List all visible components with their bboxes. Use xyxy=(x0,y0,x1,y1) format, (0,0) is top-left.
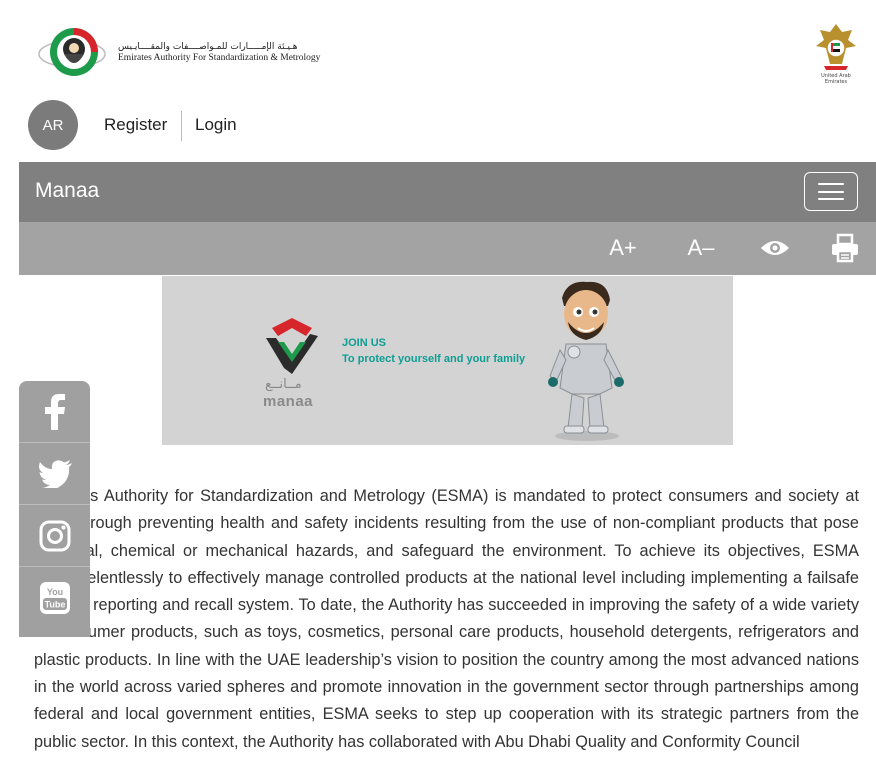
about-paragraph: Emirates Authority for Standardization a… xyxy=(34,487,859,751)
social-sidebar: You Tube xyxy=(19,381,90,637)
emblem-caption: United Arab Emirates xyxy=(821,73,851,85)
login-link[interactable]: Login xyxy=(195,115,237,135)
language-switch-button[interactable]: AR xyxy=(28,100,78,150)
main-navbar: Manaa xyxy=(19,162,876,222)
twitter-icon[interactable] xyxy=(19,443,90,505)
svg-text:Tube: Tube xyxy=(44,600,65,610)
facebook-icon[interactable] xyxy=(19,381,90,443)
hamburger-bar xyxy=(818,190,844,193)
menu-toggle-button[interactable] xyxy=(804,172,858,211)
esma-name-en: Emirates Authority For Standardization &… xyxy=(118,53,321,63)
navbar-brand[interactable]: Manaa xyxy=(35,179,99,203)
accessibility-bar: A+ A– xyxy=(19,222,876,275)
svg-text:You: You xyxy=(46,587,62,597)
site-header: هـيـئة الإمـــــارات للمـواصــــفات والم… xyxy=(0,0,876,100)
banner-title: JOIN US xyxy=(342,337,387,349)
mascot-character-icon xyxy=(548,281,624,441)
instagram-icon[interactable] xyxy=(19,505,90,567)
youtube-icon[interactable]: You Tube xyxy=(19,567,90,629)
banner-subtitle: To protect yourself and your family xyxy=(342,353,526,365)
hamburger-bar xyxy=(818,198,844,200)
register-link[interactable]: Register xyxy=(104,115,167,135)
increase-font-button[interactable]: A+ xyxy=(601,232,645,264)
eye-icon[interactable] xyxy=(757,232,793,264)
print-icon[interactable] xyxy=(827,232,863,264)
manaa-logo-ar: مــانــع xyxy=(265,377,302,392)
join-us-banner[interactable]: مــانــع manaa JOIN US To protect yourse… xyxy=(162,276,733,445)
auth-divider xyxy=(181,111,182,141)
esma-logo[interactable] xyxy=(38,24,108,82)
esma-name: هـيـئة الإمـــــارات للمـواصــــفات والم… xyxy=(118,42,320,63)
manaa-logo-en: manaa xyxy=(263,393,314,410)
manaa-shield-icon xyxy=(266,318,318,374)
decrease-font-button[interactable]: A– xyxy=(679,232,723,264)
hamburger-bar xyxy=(818,183,844,185)
esma-name-ar: هـيـئة الإمـــــارات للمـواصــــفات والم… xyxy=(118,42,298,52)
